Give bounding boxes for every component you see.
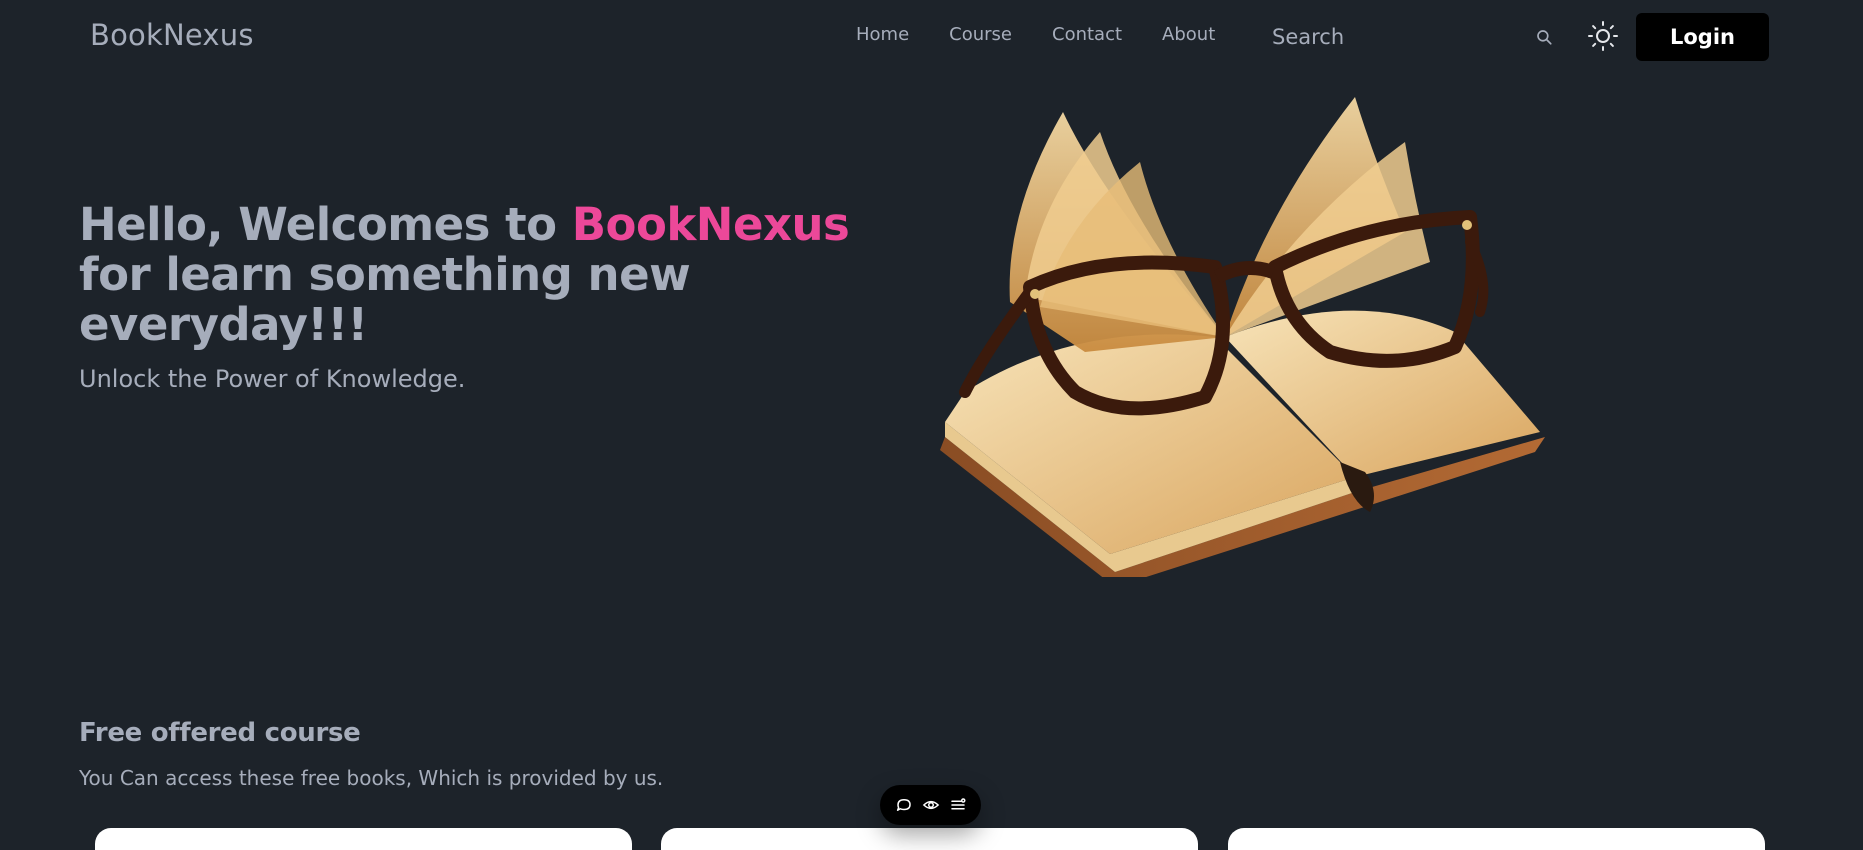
hero-title-accent: BookNexus	[571, 198, 850, 251]
nav-home[interactable]: Home	[856, 24, 909, 45]
chat-bubble-icon[interactable]	[895, 796, 913, 814]
section-description: You Can access these free books, Which i…	[79, 766, 664, 790]
nav-about[interactable]: About	[1162, 24, 1215, 45]
section-title: Free offered course	[79, 718, 361, 748]
book-with-glasses-illustration	[940, 97, 1545, 577]
course-card[interactable]	[661, 828, 1198, 850]
course-card[interactable]	[1228, 828, 1765, 850]
hero-title: Hello, Welcomes to BookNexus for learn s…	[79, 200, 879, 350]
sun-icon[interactable]	[1587, 20, 1619, 52]
search-box	[1262, 20, 1562, 54]
list-settings-icon[interactable]	[949, 796, 967, 814]
nav-course[interactable]: Course	[949, 24, 1012, 45]
brand-logo[interactable]: BookNexus	[90, 18, 254, 52]
hero-title-before: Hello, Welcomes to	[79, 198, 572, 251]
hero-subtitle: Unlock the Power of Knowledge.	[79, 365, 466, 393]
search-input[interactable]	[1262, 20, 1542, 54]
eye-icon[interactable]	[922, 796, 940, 814]
login-button[interactable]: Login	[1636, 13, 1769, 61]
search-icon[interactable]	[1535, 28, 1553, 46]
course-card[interactable]	[95, 828, 632, 850]
floating-toolbar	[880, 785, 981, 825]
hero-title-after: for learn something new everyday!!!	[79, 248, 691, 351]
navbar: BookNexus Home Course Contact About Logi…	[0, 0, 1863, 74]
nav-contact[interactable]: Contact	[1052, 24, 1122, 45]
nav-links: Home Course Contact About	[856, 24, 1255, 45]
page: BookNexus Home Course Contact About Logi…	[0, 0, 1863, 850]
